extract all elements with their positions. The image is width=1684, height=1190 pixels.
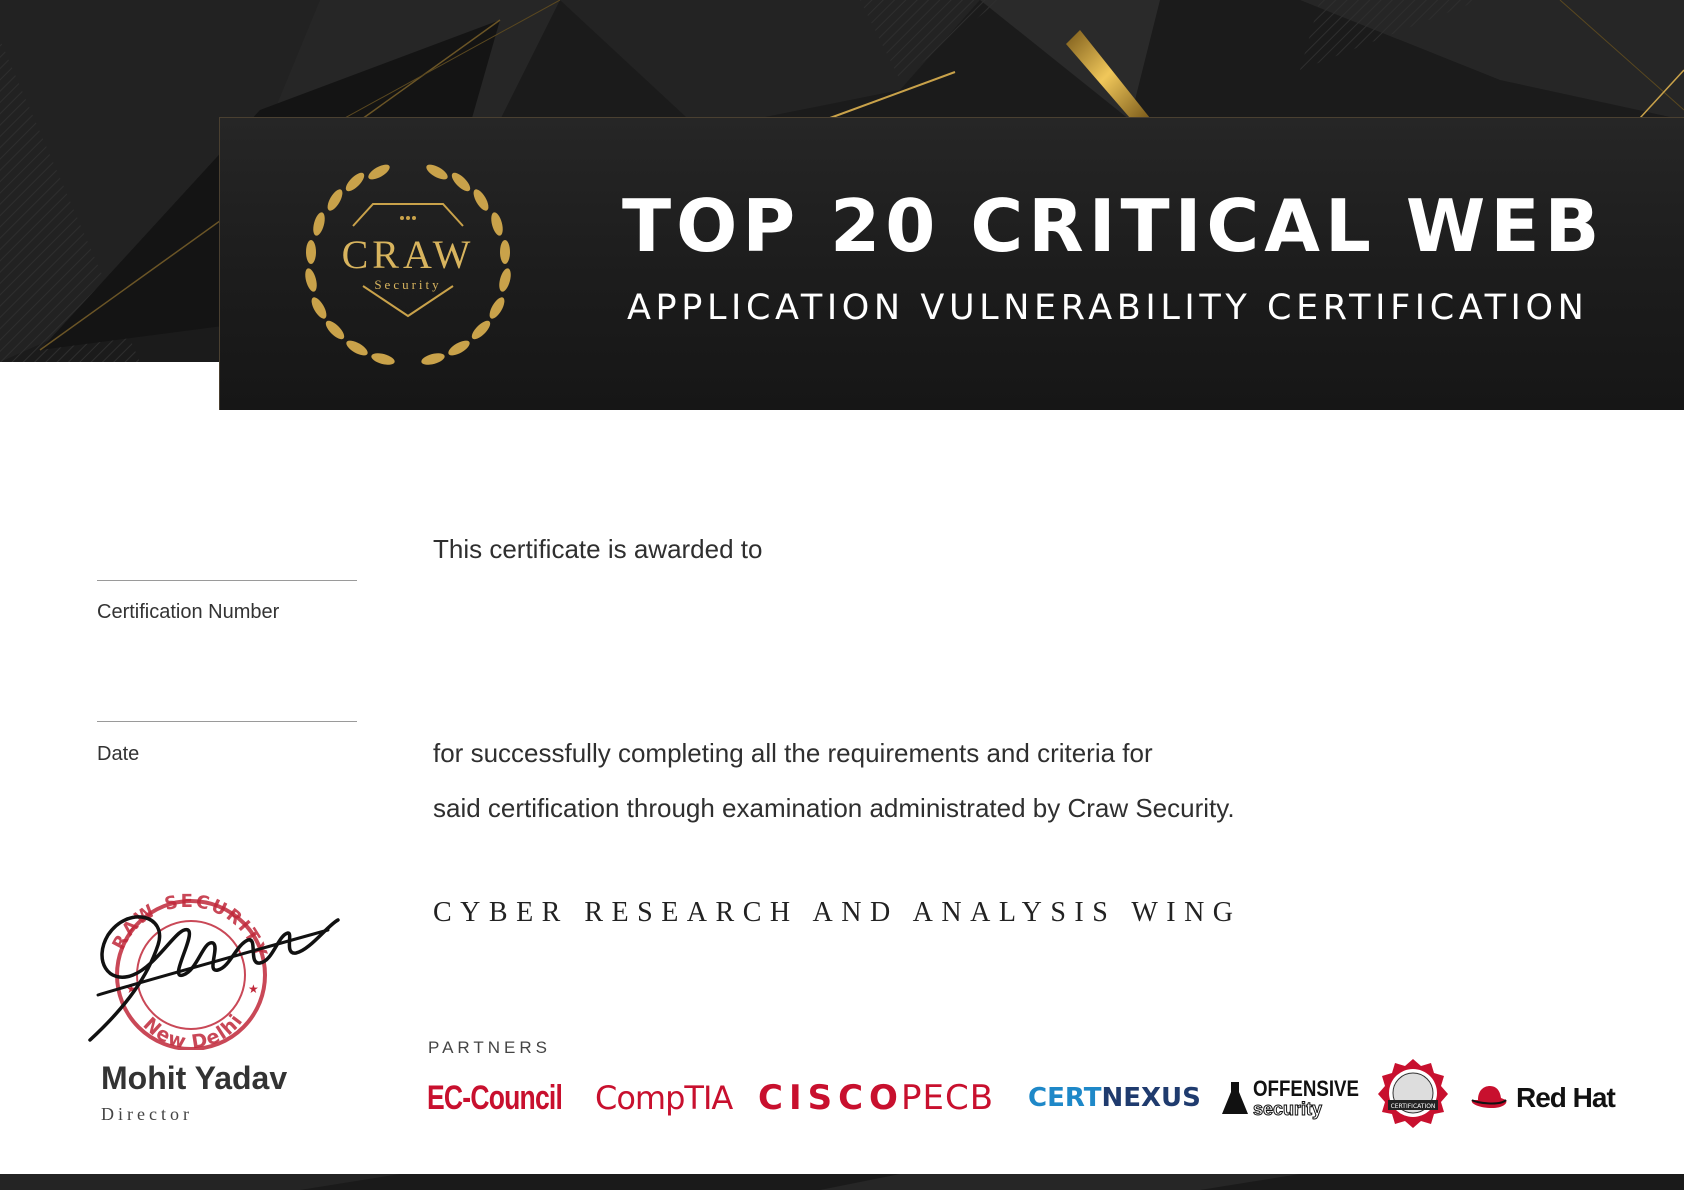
signer-name: Mohit Yadav (101, 1060, 288, 1096)
seal-brand-text: CRAW (342, 232, 475, 277)
bottom-decorative-strip (0, 1174, 1684, 1190)
date-label: Date (97, 743, 140, 765)
title-banner: CRAW Security TOP 20 CRITICAL WEB APPLIC… (219, 117, 1684, 410)
bottom-stripes (0, 1174, 1300, 1190)
completion-text-line1: for successfully completing all the requ… (433, 738, 1153, 768)
awarded-to-text: This certificate is awarded to (433, 534, 763, 564)
date-line (97, 721, 357, 722)
comptia-text: CompTIA (595, 1079, 733, 1117)
certification-number-label: Certification Number (97, 601, 280, 623)
pecb-text: PECB (901, 1078, 995, 1118)
flask-icon (1222, 1082, 1248, 1114)
seal-sub-text: Security (374, 277, 441, 292)
stamp-and-signature: RAW SECURITY New Delhi ★ ★ (88, 891, 340, 1050)
ec-council-text: EC-Council (427, 1078, 563, 1117)
certnexus-logo: CERT NEXUS (1028, 1078, 1201, 1118)
redhat-logo: Red Hat (1470, 1078, 1616, 1118)
svg-text:★: ★ (248, 982, 259, 996)
organization-tagline: CYBER RESEARCH AND ANALYSIS WING (433, 897, 1242, 928)
security-text: security (1253, 1099, 1323, 1119)
partners-heading: PARTNERS (428, 1038, 552, 1057)
laurel-wreath-shield-icon: CRAW Security (305, 164, 511, 365)
certnexus-text-a: CERT (1028, 1083, 1102, 1113)
pecb-logo: PECB (901, 1078, 994, 1118)
offensive-text: OFFENSIVE (1253, 1076, 1359, 1101)
signer-role: Director (101, 1104, 193, 1124)
redhat-text: Red Hat (1516, 1082, 1616, 1113)
completion-text-line2: said certification through examination a… (433, 793, 1235, 823)
red-hat-icon (1471, 1086, 1507, 1108)
cisco-text: CISCO (758, 1078, 904, 1118)
comptia-logo: CompTIA (595, 1078, 733, 1118)
certification-badge-icon: CERTIFICATION (1378, 1059, 1448, 1128)
offensive-security-logo: OFFENSIVE security (1221, 1076, 1378, 1119)
cisco-logo: CISCO (758, 1078, 904, 1118)
certificate-title: TOP 20 CRITICAL WEB (622, 184, 1605, 268)
badge-text: CERTIFICATION (1391, 1103, 1436, 1110)
certification-number-line (97, 580, 357, 581)
certification-badge-logo: CERTIFICATION (1376, 1058, 1450, 1128)
certificate-subtitle: APPLICATION VULNERABILITY CERTIFICATION (627, 288, 1589, 328)
ec-council-logo: EC-Council (427, 1078, 563, 1118)
certnexus-text-b: NEXUS (1101, 1083, 1201, 1113)
